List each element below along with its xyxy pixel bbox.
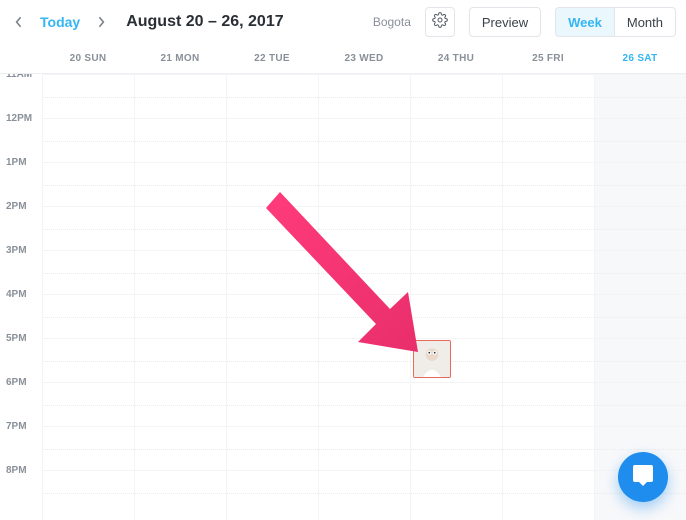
calendar-toolbar: Today August 20 – 26, 2017 Bogota Previe… — [0, 0, 686, 44]
date-range-label: August 20 – 26, 2017 — [126, 13, 283, 31]
day-header[interactable]: 23 WED — [318, 44, 410, 73]
day-column[interactable] — [502, 74, 594, 520]
hour-label: 3PM — [0, 245, 42, 289]
day-header-row: 20 SUN 21 MON 22 TUE 23 WED 24 THU 25 FR… — [0, 44, 686, 74]
hour-label: 4PM — [0, 289, 42, 333]
preview-button[interactable]: Preview — [469, 7, 541, 37]
day-column[interactable] — [226, 74, 318, 520]
day-header[interactable]: 24 THU — [410, 44, 502, 73]
hour-label: 1PM — [0, 157, 42, 201]
calendar-event[interactable] — [413, 340, 451, 378]
time-gutter: 11AM 12PM 1PM 2PM 3PM 4PM 5PM 6PM 7PM 8P… — [0, 74, 42, 520]
gear-icon — [432, 12, 448, 33]
hour-label: 2PM — [0, 201, 42, 245]
timezone-label[interactable]: Bogota — [373, 15, 411, 29]
chat-icon — [631, 463, 655, 492]
day-header[interactable]: 26 SAT — [594, 44, 686, 73]
prev-week-button[interactable] — [10, 8, 28, 36]
settings-button[interactable] — [425, 7, 455, 37]
week-view-button[interactable]: Week — [555, 7, 615, 37]
day-header[interactable]: 20 SUN — [42, 44, 134, 73]
view-toggle: Week Month — [555, 7, 676, 37]
hour-label: 12PM — [0, 113, 42, 157]
day-column[interactable] — [42, 74, 134, 520]
hour-label: 7PM — [0, 421, 42, 465]
day-column[interactable] — [134, 74, 226, 520]
hour-label: 6PM — [0, 377, 42, 421]
today-button[interactable]: Today — [36, 14, 84, 30]
avatar — [414, 341, 450, 377]
month-view-button[interactable]: Month — [615, 7, 676, 37]
hour-label: 5PM — [0, 333, 42, 377]
day-column[interactable] — [318, 74, 410, 520]
next-week-button[interactable] — [92, 8, 110, 36]
calendar-grid[interactable]: 11AM 12PM 1PM 2PM 3PM 4PM 5PM 6PM 7PM 8P… — [0, 74, 686, 520]
day-column[interactable] — [410, 74, 502, 520]
day-header[interactable]: 22 TUE — [226, 44, 318, 73]
hour-label: 8PM — [0, 465, 42, 509]
chat-button[interactable] — [618, 452, 668, 502]
day-header[interactable]: 21 MON — [134, 44, 226, 73]
hour-label: 11AM — [0, 74, 42, 113]
day-header[interactable]: 25 FRI — [502, 44, 594, 73]
